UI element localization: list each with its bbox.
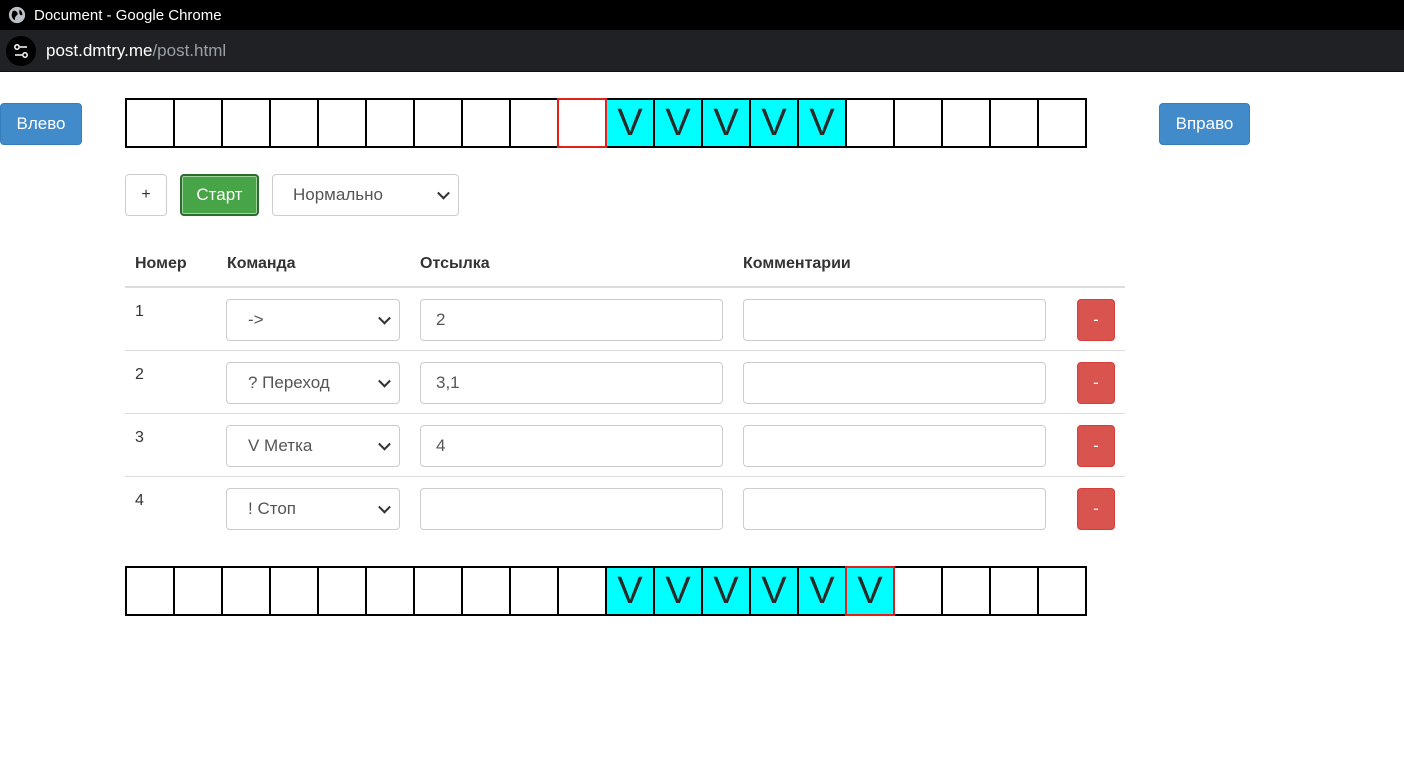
top_tape-cell[interactable]: [845, 98, 895, 148]
header-command: Команда: [227, 255, 296, 272]
bottom_tape-cell-marked[interactable]: V: [701, 566, 751, 616]
header-reference: Отсылка: [420, 255, 490, 272]
top_tape-cell-marked[interactable]: V: [749, 98, 799, 148]
table-row: 1 -> 2 -: [125, 288, 1125, 351]
url-host: post.dmtry.me: [46, 40, 153, 60]
table-body: 1 -> 2 - 2 ? Переход 3,1 - 3 V Метка 4 - 4 ! Стоп -: [125, 288, 1125, 540]
delete-row-button[interactable]: -: [1077, 299, 1115, 341]
top_tape-cell-marked[interactable]: V: [653, 98, 703, 148]
comment-input[interactable]: [743, 299, 1046, 341]
table-row: 3 V Метка 4 -: [125, 414, 1125, 477]
row-number: 4: [135, 492, 144, 509]
start-button[interactable]: Старт: [180, 174, 259, 216]
comment-input[interactable]: [743, 362, 1046, 404]
url-path: /post.html: [152, 40, 227, 60]
bottom_tape-cell-marked[interactable]: V: [797, 566, 847, 616]
chrome-globe-icon: [8, 6, 26, 24]
top_tape-cell-marked[interactable]: V: [605, 98, 655, 148]
controls-bar: + Старт Нормально: [125, 174, 459, 216]
top_tape-cell-marked[interactable]: V: [701, 98, 751, 148]
table-row: 4 ! Стоп -: [125, 477, 1125, 540]
command-select-value: ->: [248, 310, 264, 329]
top_tape-cell[interactable]: [989, 98, 1039, 148]
bottom_tape-cell[interactable]: [317, 566, 367, 616]
bottom_tape-cell[interactable]: [173, 566, 223, 616]
window-titlebar: Document - Google Chrome: [0, 0, 1404, 30]
bottom_tape-cell-marked[interactable]: V: [749, 566, 799, 616]
header-number: Номер: [135, 255, 187, 272]
bottom_tape-cell[interactable]: [365, 566, 415, 616]
bottom_tape-cell-marked[interactable]: V: [605, 566, 655, 616]
bottom_tape-cell[interactable]: [557, 566, 607, 616]
program-table: Номер Команда Отсылка Комментарии 1 -> 2-2…: [125, 243, 1125, 540]
speed-select[interactable]: Нормально: [272, 174, 459, 216]
comment-input[interactable]: [743, 425, 1046, 467]
speed-select-value: Нормально: [293, 185, 383, 204]
bottom_tape-cell[interactable]: [509, 566, 559, 616]
bottom_tape-cell[interactable]: [893, 566, 943, 616]
reference-input[interactable]: 2: [420, 299, 723, 341]
bottom_tape-cell[interactable]: [125, 566, 175, 616]
top_tape-cell[interactable]: [893, 98, 943, 148]
window-title: Document - Google Chrome: [34, 6, 222, 24]
comment-input[interactable]: [743, 488, 1046, 530]
top-tape: VVVVV: [125, 98, 1087, 148]
bottom_tape-cell[interactable]: [989, 566, 1039, 616]
top_tape-cell[interactable]: [173, 98, 223, 148]
row-number: 1: [135, 303, 144, 320]
command-select[interactable]: ! Стоп: [226, 488, 400, 530]
site-info-icon[interactable]: [6, 35, 36, 66]
top_tape-cell[interactable]: [221, 98, 271, 148]
chevron-down-icon: [378, 500, 391, 514]
table-header: Номер Команда Отсылка Комментарии: [125, 243, 1125, 288]
row-number: 2: [135, 366, 144, 383]
move-right-button[interactable]: Вправо: [1159, 103, 1250, 145]
url-text[interactable]: post.dmtry.me/post.html: [46, 41, 226, 61]
command-select-value: ? Переход: [248, 373, 330, 392]
top_tape-cell[interactable]: [125, 98, 175, 148]
top_tape-cell[interactable]: [413, 98, 463, 148]
bottom_tape-cell[interactable]: [461, 566, 511, 616]
chevron-down-icon: [437, 186, 450, 200]
move-left-button[interactable]: Влево: [0, 103, 82, 145]
reference-input[interactable]: 4: [420, 425, 723, 467]
top_tape-cell[interactable]: [365, 98, 415, 148]
reference-input[interactable]: 3,1: [420, 362, 723, 404]
bottom_tape-cell[interactable]: [941, 566, 991, 616]
bottom-tape: VVVVVV: [125, 566, 1087, 616]
bottom_tape-cell-marked-head[interactable]: V: [845, 566, 895, 616]
top_tape-cell[interactable]: [269, 98, 319, 148]
page-content: Влево VVVVV Вправо + Старт Нормально Ном…: [0, 73, 1404, 763]
address-bar[interactable]: post.dmtry.me/post.html: [0, 30, 1404, 72]
command-select[interactable]: V Метка: [226, 425, 400, 467]
top_tape-cell[interactable]: [941, 98, 991, 148]
table-row: 2 ? Переход 3,1 -: [125, 351, 1125, 414]
delete-row-button[interactable]: -: [1077, 362, 1115, 404]
delete-row-button[interactable]: -: [1077, 425, 1115, 467]
chevron-down-icon: [378, 437, 391, 451]
header-comment: Комментарии: [743, 255, 851, 272]
command-select[interactable]: ->: [226, 299, 400, 341]
bottom_tape-cell-marked[interactable]: V: [653, 566, 703, 616]
row-number: 3: [135, 429, 144, 446]
bottom_tape-cell[interactable]: [269, 566, 319, 616]
command-select-value: V Метка: [248, 436, 313, 455]
delete-row-button[interactable]: -: [1077, 488, 1115, 530]
bottom_tape-cell[interactable]: [413, 566, 463, 616]
reference-input[interactable]: [420, 488, 723, 530]
top_tape-cell[interactable]: [1037, 98, 1087, 148]
command-select-value: ! Стоп: [248, 499, 296, 518]
bottom_tape-cell[interactable]: [221, 566, 271, 616]
bottom_tape-cell[interactable]: [1037, 566, 1087, 616]
add-row-button[interactable]: +: [125, 174, 167, 216]
chevron-down-icon: [378, 374, 391, 388]
top_tape-cell[interactable]: [317, 98, 367, 148]
chevron-down-icon: [378, 311, 391, 325]
top_tape-cell-head[interactable]: [557, 98, 607, 148]
top_tape-cell[interactable]: [509, 98, 559, 148]
top_tape-cell[interactable]: [461, 98, 511, 148]
command-select[interactable]: ? Переход: [226, 362, 400, 404]
top_tape-cell-marked[interactable]: V: [797, 98, 847, 148]
